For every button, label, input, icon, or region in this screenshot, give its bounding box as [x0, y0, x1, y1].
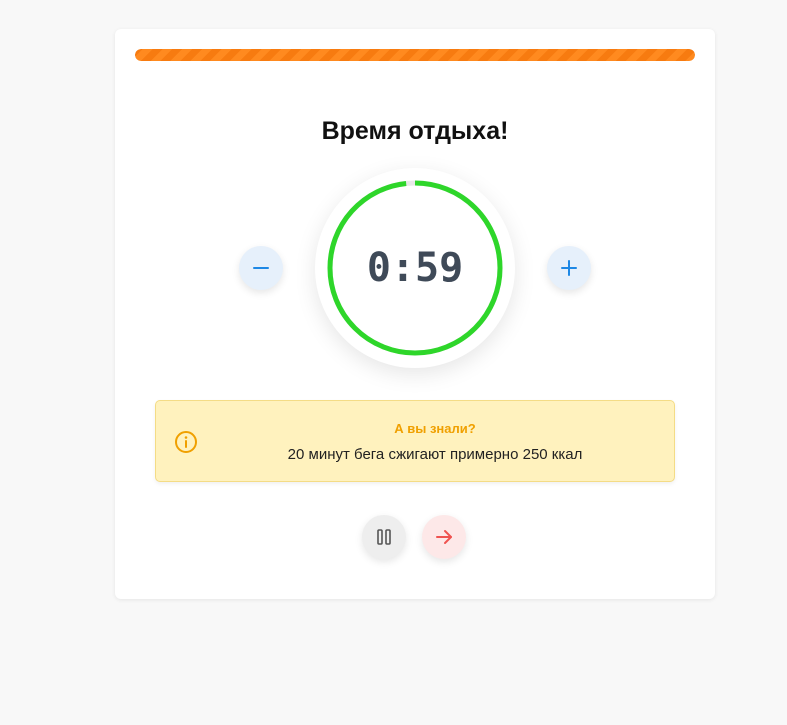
tip-box: А вы знали? 20 минут бега сжигают пример…: [155, 400, 675, 482]
workout-card: Время отдыха! 0:59 А вы знали? 20 минут …: [115, 29, 715, 599]
arrow-right-icon: [436, 530, 452, 544]
tip-title: А вы знали?: [394, 421, 476, 436]
minus-icon: [253, 267, 269, 269]
decrease-time-button[interactable]: [239, 246, 283, 290]
plus-icon: [561, 260, 577, 276]
progress-bar: [135, 49, 695, 61]
skip-button[interactable]: [422, 515, 466, 559]
tip-text: 20 минут бега сжигают примерно 250 ккал: [287, 446, 583, 463]
timer-display: 0:59: [366, 245, 464, 291]
pause-icon: [377, 529, 391, 545]
timer: 0:59: [315, 168, 515, 368]
progress-fill: [135, 49, 695, 61]
pause-button[interactable]: [362, 515, 406, 559]
page-title: Время отдыха!: [321, 117, 509, 145]
increase-time-button[interactable]: [547, 246, 591, 290]
